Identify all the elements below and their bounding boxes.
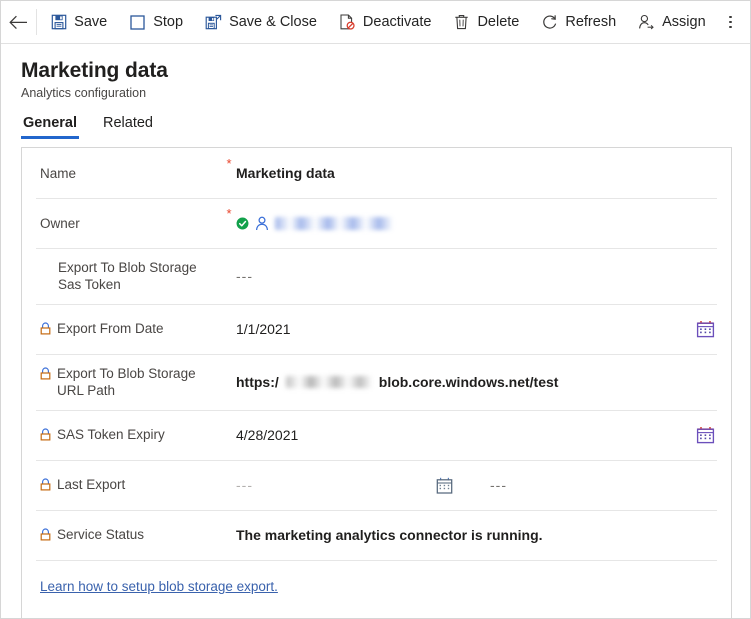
field-row-service-status: Service Status * The marketing analytics… (22, 510, 731, 560)
deactivate-icon (339, 14, 356, 31)
deactivate-button-label: Deactivate (362, 14, 432, 30)
field-label-owner: Owner (40, 215, 80, 231)
field-label-sas-token-expiry: SAS Token Expiry (36, 426, 222, 445)
learn-blob-storage-export-link[interactable]: Learn how to setup blob storage export. (36, 579, 278, 594)
field-label-service-status: Service Status (36, 526, 222, 545)
required-indicator-name: * (226, 156, 232, 171)
field-row-export-to-blob-storage-url-path: Export To Blob Storage URL Path * https:… (22, 354, 731, 410)
tab-general[interactable]: General (21, 114, 79, 139)
field-row-owner: Owner * (22, 198, 731, 248)
assign-button-label: Assign (662, 14, 706, 30)
general-form-panel: Name * Marketing data Owner * Export To … (21, 147, 732, 618)
field-value-sas-token-expiry[interactable]: 4/28/2021 (236, 427, 696, 443)
toolbar-divider (36, 9, 38, 35)
field-label-export-from-date: Export From Date (36, 320, 222, 339)
field-value-export-from-date[interactable]: 1/1/2021 (236, 321, 696, 337)
stop-icon (129, 14, 146, 31)
field-value-last-export: --- --- (236, 477, 717, 494)
lock-icon (40, 367, 52, 384)
save-and-close-icon (205, 14, 222, 31)
refresh-icon (541, 14, 558, 31)
field-value-owner[interactable] (236, 216, 717, 231)
more-vertical-icon (729, 15, 732, 29)
url-prefix: https:/ (236, 374, 279, 390)
assign-button[interactable]: Assign (627, 1, 717, 43)
required-indicator-export-from-date: * (222, 314, 236, 326)
calendar-picker-last-export[interactable] (436, 477, 490, 494)
field-value-export-to-blob-storage-sas-token[interactable]: --- (236, 268, 717, 284)
page-title: Marketing data (21, 59, 168, 82)
url-suffix: blob.core.windows.net/test (378, 374, 559, 390)
back-arrow-icon (9, 15, 28, 29)
lock-icon (40, 321, 52, 339)
field-value-service-status: The marketing analytics connector is run… (236, 527, 543, 543)
field-row-export-from-date: Export From Date * 1/1/2021 (22, 304, 731, 354)
field-label-name: Name (40, 165, 77, 181)
save-and-close-button-label: Save & Close (229, 14, 317, 30)
required-indicator-last-export: * (222, 470, 236, 482)
field-row-sas-token-expiry: SAS Token Expiry * 4/28/2021 (22, 410, 731, 460)
deactivate-button[interactable]: Deactivate (328, 1, 443, 43)
tab-related[interactable]: Related (101, 114, 155, 139)
tab-bar: General Related (1, 101, 750, 139)
save-button-label: Save (74, 14, 108, 30)
field-row-name: Name * Marketing data (22, 148, 731, 198)
field-value-name[interactable]: Marketing data (236, 165, 717, 181)
stop-button-label: Stop (153, 14, 184, 30)
calendar-picker-sas-token-expiry[interactable] (696, 426, 717, 444)
lock-icon (40, 427, 52, 445)
calendar-icon (696, 321, 715, 338)
form-area: Name * Marketing data Owner * Export To … (1, 139, 750, 618)
last-export-time-value[interactable]: --- (490, 477, 717, 493)
required-indicator-service-status: * (222, 520, 236, 532)
field-value-export-to-blob-storage-url-path[interactable]: https:/ blob.core.windows.net/test (236, 374, 717, 390)
required-indicator-sas-token: * (222, 258, 236, 270)
person-icon (255, 216, 269, 230)
delete-button-label: Delete (477, 14, 520, 30)
required-indicator-owner: * (226, 206, 232, 221)
save-icon (50, 14, 67, 31)
stop-button[interactable]: Stop (118, 1, 194, 43)
lock-icon (40, 477, 52, 495)
calendar-icon (436, 477, 453, 494)
back-button[interactable] (1, 1, 36, 43)
field-label-last-export: Last Export (36, 476, 222, 495)
required-indicator-sas-token-expiry: * (222, 420, 236, 432)
field-row-last-export: Last Export * --- (22, 460, 731, 510)
field-label-export-to-blob-storage-url-path: Export To Blob Storage URL Path (36, 365, 222, 399)
save-button[interactable]: Save (39, 1, 118, 43)
field-label-export-to-blob-storage-sas-token: Export To Blob Storage Sas Token (58, 260, 197, 292)
page-subtitle: Analytics configuration (21, 86, 147, 100)
delete-button[interactable]: Delete (442, 1, 530, 43)
footer-link-row: Learn how to setup blob storage export. (22, 560, 731, 612)
required-indicator-url-path: * (222, 364, 236, 376)
assign-icon (638, 14, 655, 31)
url-host-redacted (285, 376, 372, 388)
refresh-button[interactable]: Refresh (530, 1, 627, 43)
delete-icon (453, 14, 470, 31)
last-export-date-value[interactable]: --- (236, 477, 436, 493)
refresh-button-label: Refresh (565, 14, 617, 30)
save-and-close-button[interactable]: Save & Close (194, 1, 328, 43)
field-row-export-to-blob-storage-sas-token: Export To Blob Storage Sas Token * --- (22, 248, 731, 304)
calendar-icon (696, 427, 715, 444)
record-form-window: Save Stop Save & Close Deactivate Delete… (0, 0, 751, 619)
page-header: Marketing data Analytics configuration (1, 44, 750, 101)
calendar-picker-export-from-date[interactable] (696, 320, 717, 338)
lock-icon (40, 527, 52, 545)
overflow-menu-button[interactable] (717, 1, 744, 43)
verified-check-icon (236, 217, 249, 229)
owner-name-redacted (275, 216, 393, 230)
command-bar: Save Stop Save & Close Deactivate Delete… (1, 1, 750, 44)
